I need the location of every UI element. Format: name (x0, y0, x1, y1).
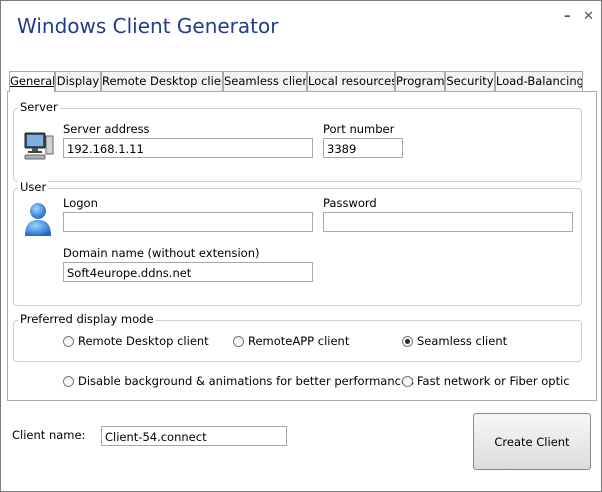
domain-name-label: Domain name (without extension) (63, 246, 260, 260)
tab-security[interactable]: Security (445, 71, 495, 91)
disable-background-label: Disable background & animations for bett… (78, 374, 415, 388)
window-title: Windows Client Generator (17, 14, 279, 38)
tab-seamless-client[interactable]: Seamless client (223, 71, 307, 91)
minimize-button[interactable]: – (564, 9, 571, 24)
radio-indicator[interactable] (233, 336, 244, 347)
port-number-input[interactable]: 3389 (323, 138, 403, 158)
tab-general[interactable]: General (9, 71, 55, 92)
user-icon (25, 203, 51, 236)
display-mode-group-label: Preferred display mode (18, 312, 156, 326)
radio-seamless-client-label: Seamless client (417, 334, 508, 348)
client-name-label: Client name: (12, 428, 86, 442)
password-label: Password (323, 196, 377, 210)
server-group-label: Server (18, 100, 60, 114)
server-group: Server Server address 192.168.1.11 Port … (13, 100, 582, 182)
user-group: User Logon Password Domain name (without… (13, 180, 582, 306)
password-input[interactable] (323, 212, 573, 232)
general-panel: Server Server address 192.168.1.11 Port … (7, 91, 597, 401)
tab-program[interactable]: Program (395, 71, 445, 91)
server-address-label: Server address (63, 122, 150, 136)
display-mode-group: Preferred display mode Remote Desktop cl… (13, 312, 582, 362)
app-window: Windows Client Generator – ✕ General Dis… (0, 0, 602, 492)
close-button[interactable]: ✕ (583, 9, 594, 24)
radio-indicator[interactable] (63, 336, 74, 347)
radio-remote-desktop-client[interactable]: Remote Desktop client (63, 334, 209, 348)
computer-icon (24, 132, 54, 160)
logon-label: Logon (63, 196, 98, 210)
radio-indicator[interactable] (402, 376, 413, 387)
tab-bar: General Display Remote Desktop client Se… (7, 71, 595, 92)
radio-seamless-client[interactable]: Seamless client (402, 334, 507, 348)
fast-network-label: Fast network or Fiber optic (417, 374, 570, 388)
server-address-input[interactable]: 192.168.1.11 (63, 138, 313, 158)
radio-remote-desktop-client-label: Remote Desktop client (78, 334, 209, 348)
user-group-label: User (18, 180, 49, 194)
radio-indicator-checked[interactable] (402, 336, 413, 347)
disable-background-option[interactable]: Disable background & animations for bett… (63, 374, 414, 388)
domain-name-input[interactable]: Soft4europe.ddns.net (63, 262, 313, 282)
tab-display[interactable]: Display (55, 71, 101, 91)
tab-load-balancing[interactable]: Load-Balancing (495, 71, 583, 91)
tab-local-resources[interactable]: Local resources (307, 71, 395, 91)
tab-remote-desktop-client[interactable]: Remote Desktop client (101, 71, 223, 91)
radio-remoteapp-client[interactable]: RemoteAPP client (233, 334, 349, 348)
fast-network-option[interactable]: Fast network or Fiber optic (402, 374, 570, 388)
create-client-button[interactable]: Create Client (473, 413, 591, 470)
client-name-input[interactable]: Client-54.connect (101, 426, 287, 446)
port-number-label: Port number (323, 122, 395, 136)
radio-remoteapp-client-label: RemoteAPP client (248, 334, 350, 348)
radio-indicator[interactable] (63, 376, 74, 387)
logon-input[interactable] (63, 212, 313, 232)
